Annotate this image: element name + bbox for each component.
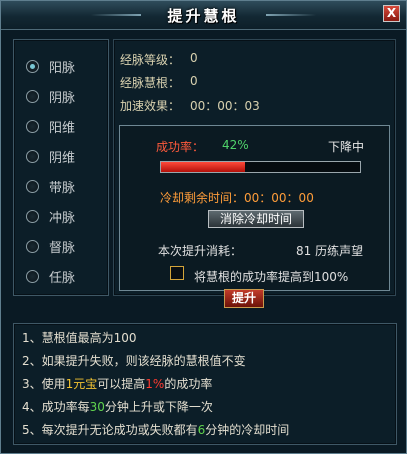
radio-icon[interactable] bbox=[26, 59, 39, 73]
level-label: 经脉等级： bbox=[120, 53, 181, 67]
tip-3-highlight-percent: 1% bbox=[145, 377, 165, 391]
meridian-option[interactable]: 冲脉 bbox=[26, 206, 75, 226]
radio-icon[interactable] bbox=[26, 239, 39, 253]
tip-4: 4、成功率每30分钟上升或下降一次 bbox=[22, 398, 213, 415]
upgrade-wisdom-window: 提升慧根 X 阳脉 阴脉 阳维 阴维 带脉 冲脉 督脉 任脉 经脉等级： 0 经脉慧根： 0 … bbox=[0, 0, 407, 454]
meridian-label: 阳脉 bbox=[49, 60, 76, 76]
tip-3-text-c: 可以提高 bbox=[97, 377, 146, 391]
cooldown-text: 冷却剩余时间：00：00：00 bbox=[160, 189, 314, 206]
success-rate-label: 成功率： bbox=[156, 140, 205, 154]
tip-3-text-a: 3、使用 bbox=[22, 377, 66, 391]
meridian-option[interactable]: 阳脉 bbox=[26, 56, 75, 76]
radio-icon[interactable] bbox=[26, 89, 39, 103]
tips-panel: 1、慧根值最高为100 2、如果提升失败，则该经脉的慧根值不变 3、使用1元宝可… bbox=[13, 323, 397, 445]
upgrade-panel: 经脉等级： 0 经脉慧根： 0 加速效果： 00：00：03 成功率： 42% … bbox=[113, 39, 396, 308]
wisdom-value: 0 bbox=[190, 74, 198, 88]
success-rate-bar bbox=[160, 161, 361, 173]
upgrade-button[interactable]: 提升 bbox=[224, 289, 264, 308]
meridian-option[interactable]: 阳维 bbox=[26, 116, 75, 136]
tip-5-text-a: 5、每次提升无论成功或失败都有 bbox=[22, 423, 198, 437]
radio-icon[interactable] bbox=[26, 149, 39, 163]
close-button[interactable]: X bbox=[383, 5, 400, 22]
meridian-option[interactable]: 阴脉 bbox=[26, 86, 75, 106]
radio-icon[interactable] bbox=[26, 179, 39, 193]
tip-4-text-a: 4、成功率每 bbox=[22, 400, 90, 414]
boost-checkbox[interactable] bbox=[170, 266, 184, 280]
cost-value: 81 历练声望 bbox=[296, 244, 364, 258]
meridian-option[interactable]: 任脉 bbox=[26, 266, 75, 286]
success-rate-bar-fill bbox=[161, 162, 245, 172]
meridian-label: 督脉 bbox=[49, 240, 76, 256]
tip-4-highlight-minutes: 30 bbox=[89, 400, 105, 414]
cost-label: 本次提升消耗： bbox=[158, 244, 243, 258]
meridian-label: 阴脉 bbox=[49, 90, 76, 106]
boost-checkbox-label: 将慧根的成功率提高到100% bbox=[194, 270, 349, 284]
tip-3: 3、使用1元宝可以提高1%的成功率 bbox=[22, 375, 212, 392]
meridian-option[interactable]: 督脉 bbox=[26, 236, 75, 256]
tip-4-text-c: 分钟上升或下降一次 bbox=[104, 400, 213, 414]
tip-1: 1、慧根值最高为100 bbox=[22, 331, 137, 345]
cooldown-value: 00：00：00 bbox=[244, 191, 314, 205]
meridian-label: 阴维 bbox=[49, 150, 76, 166]
meridian-option[interactable]: 带脉 bbox=[26, 176, 75, 196]
meridian-label: 任脉 bbox=[49, 270, 76, 286]
speed-label: 加速效果： bbox=[120, 99, 181, 113]
tip-3-text-e: 的成功率 bbox=[164, 377, 213, 391]
speed-value: 00：00：03 bbox=[190, 99, 260, 113]
window-title: 提升慧根 bbox=[167, 7, 240, 25]
radio-icon[interactable] bbox=[26, 209, 39, 223]
meridian-option[interactable]: 阴维 bbox=[26, 146, 75, 166]
level-value: 0 bbox=[190, 51, 198, 65]
tip-3-highlight-yuanbao: 1元宝 bbox=[65, 377, 98, 391]
tip-2: 2、如果提升失败，则该经脉的慧根值不变 bbox=[22, 354, 246, 368]
meridian-label: 阳维 bbox=[49, 120, 76, 136]
title-bar[interactable]: 提升慧根 X bbox=[1, 1, 406, 30]
wisdom-label: 经脉慧根： bbox=[120, 76, 181, 90]
tip-5: 5、每次提升无论成功或失败都有6分钟的冷却时间 bbox=[22, 421, 289, 438]
cooldown-label: 冷却剩余时间： bbox=[160, 191, 245, 205]
meridian-label: 冲脉 bbox=[49, 210, 76, 226]
meridian-label: 带脉 bbox=[49, 180, 76, 196]
tip-5-text-c: 分钟的冷却时间 bbox=[205, 423, 290, 437]
success-rate-value: 42% bbox=[222, 138, 249, 152]
radio-icon[interactable] bbox=[26, 269, 39, 283]
trend-status: 下降中 bbox=[328, 140, 365, 154]
meridian-list: 阳脉阴脉阳维阴维带脉冲脉督脉任脉 bbox=[13, 39, 109, 296]
radio-icon[interactable] bbox=[26, 119, 39, 133]
clear-cooldown-button[interactable]: 消除冷却时间 bbox=[208, 210, 304, 228]
